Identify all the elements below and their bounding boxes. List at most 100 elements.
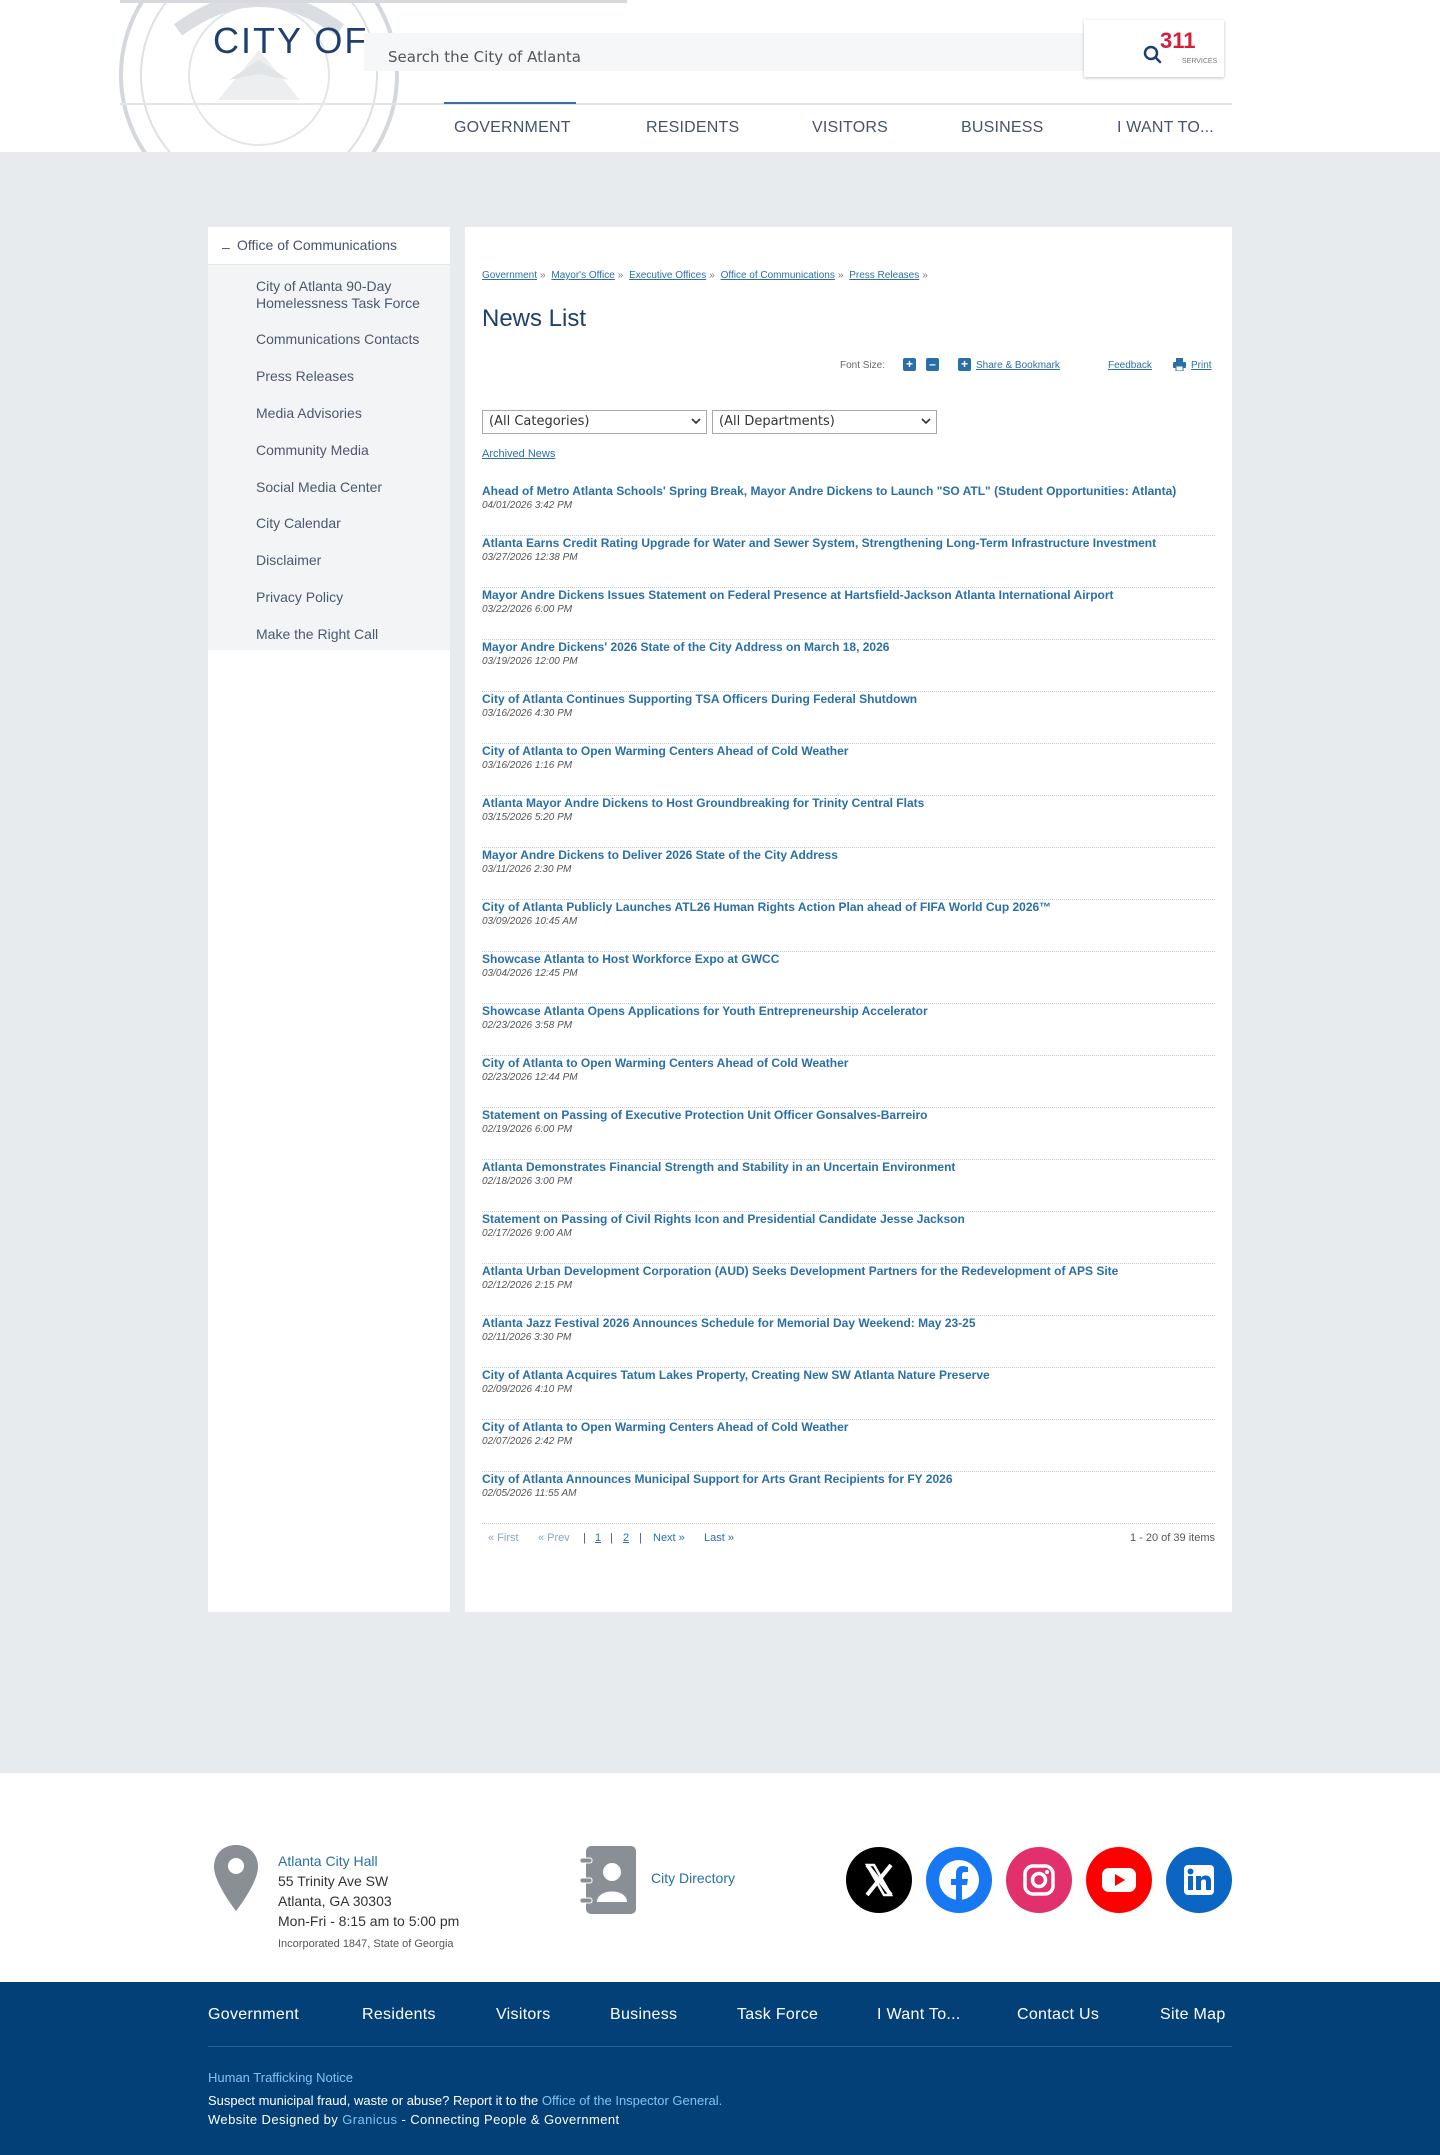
inspector-general-link[interactable]: Office of the Inspector General.	[542, 2093, 722, 2108]
sidebar-heading[interactable]: – Office of Communications	[208, 227, 450, 265]
news-title-link[interactable]: Atlanta Demonstrates Financial Strength …	[482, 1160, 955, 1174]
fraud-notice: Suspect municipal fraud, waste or abuse?…	[208, 2093, 722, 2108]
archived-news-link[interactable]: Archived News	[482, 448, 555, 460]
city-directory-link[interactable]: City Directory	[651, 1870, 735, 1886]
incorporated-text: Incorporated 1847, State of Georgia	[278, 1938, 454, 1950]
sidebar-item-social-media-center[interactable]: Social Media Center	[256, 479, 446, 496]
print-icon[interactable]	[1173, 358, 1186, 371]
footer-nav-government[interactable]: Government	[208, 2006, 299, 2024]
feedback-link[interactable]: Feedback	[1108, 360, 1152, 371]
sidebar-item-press-releases[interactable]: Press Releases	[256, 368, 446, 385]
collapse-icon[interactable]: –	[222, 239, 230, 255]
youtube-icon[interactable]	[1086, 1847, 1152, 1913]
city-hall-hours: Mon-Fri - 8:15 am to 5:00 pm	[278, 1913, 460, 1929]
news-date: 02/18/2026 3:00 PM	[482, 1176, 573, 1187]
nav-residents[interactable]: RESIDENTS	[646, 119, 739, 137]
share-icon[interactable]: +	[958, 358, 971, 371]
news-title-link[interactable]: City of Atlanta Continues Supporting TSA…	[482, 692, 917, 706]
news-item: City of Atlanta Publicly Launches ATL26 …	[482, 900, 1215, 952]
footer-nav-business[interactable]: Business	[610, 2006, 677, 2024]
news-title-link[interactable]: City of Atlanta to Open Warming Centers …	[482, 1056, 848, 1070]
city-hall-street: 55 Trinity Ave SW	[278, 1873, 389, 1889]
news-title-link[interactable]: Showcase Atlanta Opens Applications for …	[482, 1004, 928, 1018]
sidebar-item-make-the-right-call[interactable]: Make the Right Call	[256, 626, 446, 643]
sidebar-item-community-media[interactable]: Community Media	[256, 442, 446, 459]
footer-nav-contact-us[interactable]: Contact Us	[1017, 2006, 1099, 2024]
news-title-link[interactable]: City of Atlanta Publicly Launches ATL26 …	[482, 900, 1051, 914]
instagram-icon[interactable]	[1006, 1847, 1072, 1913]
news-item: City of Atlanta Continues Supporting TSA…	[482, 692, 1215, 744]
font-decrease-icon[interactable]: –	[926, 358, 939, 371]
sidebar-item-city-calendar[interactable]: City Calendar	[256, 515, 446, 532]
news-title-link[interactable]: Mayor Andre Dickens Issues Statement on …	[482, 588, 1114, 602]
news-title-link[interactable]: Showcase Atlanta to Host Workforce Expo …	[482, 952, 779, 966]
facebook-icon[interactable]	[926, 1847, 992, 1913]
breadcrumb-separator: »	[617, 270, 624, 281]
nav-government[interactable]: GOVERNMENT	[454, 119, 571, 137]
news-title-link[interactable]: Atlanta Jazz Festival 2026 Announces Sch…	[482, 1316, 976, 1330]
pager-last[interactable]: Last »	[704, 1532, 734, 1544]
breadcrumb-government[interactable]: Government	[482, 270, 537, 281]
nav-visitors[interactable]: VISITORS	[812, 119, 888, 137]
news-date: 03/11/2026 2:30 PM	[482, 864, 572, 875]
nav-business[interactable]: BUSINESS	[961, 119, 1044, 137]
department-select[interactable]: (All Departments)	[712, 410, 937, 434]
news-title-link[interactable]: Atlanta Earns Credit Rating Upgrade for …	[482, 536, 1156, 550]
footer-nav-visitors[interactable]: Visitors	[496, 2006, 551, 2024]
news-date: 03/09/2026 10:45 AM	[482, 916, 578, 927]
sidebar-item-communications-contacts[interactable]: Communications Contacts	[256, 331, 446, 348]
news-date: 02/23/2026 3:58 PM	[482, 1020, 573, 1031]
sidebar-item-privacy-policy[interactable]: Privacy Policy	[256, 589, 446, 606]
footer-nav-residents[interactable]: Residents	[362, 2006, 436, 2024]
directory-book-icon[interactable]	[580, 1846, 636, 1914]
news-title-link[interactable]: City of Atlanta Acquires Tatum Lakes Pro…	[482, 1368, 990, 1382]
granicus-link[interactable]: Granicus	[342, 2112, 397, 2127]
designed-by-text: Website Designed by	[208, 2112, 339, 2127]
footer-nav-site-map[interactable]: Site Map	[1160, 2006, 1226, 2024]
footer-nav-task-force[interactable]: Task Force	[737, 2006, 818, 2024]
news-title-link[interactable]: Atlanta Urban Development Corporation (A…	[482, 1264, 1118, 1278]
pager-first[interactable]: « First	[488, 1532, 519, 1544]
news-title-link[interactable]: City of Atlanta to Open Warming Centers …	[482, 1420, 848, 1434]
breadcrumb-executive-offices[interactable]: Executive Offices	[629, 270, 706, 281]
news-title-link[interactable]: Statement on Passing of Executive Protec…	[482, 1108, 927, 1122]
news-title-link[interactable]: Atlanta Mayor Andre Dickens to Host Grou…	[482, 796, 924, 810]
pager-page-1[interactable]: 1	[595, 1532, 601, 1544]
site-title[interactable]: CITY OF	[213, 20, 368, 62]
search-icon[interactable]	[1143, 45, 1163, 65]
linkedin-icon[interactable]	[1166, 1847, 1232, 1913]
map-pin-icon	[214, 1845, 258, 1911]
sidebar-item-media-advisories[interactable]: Media Advisories	[256, 405, 446, 422]
news-date: 03/16/2026 1:16 PM	[482, 760, 573, 771]
news-title-link[interactable]: City of Atlanta Announces Municipal Supp…	[482, 1472, 953, 1486]
news-item: Mayor Andre Dickens' 2026 State of the C…	[482, 640, 1215, 692]
news-title-link[interactable]: City of Atlanta to Open Warming Centers …	[482, 744, 848, 758]
breadcrumb-mayors-office[interactable]: Mayor's Office	[551, 270, 614, 281]
search-input[interactable]	[388, 48, 1128, 66]
pager-page-2[interactable]: 2	[623, 1532, 629, 1544]
sidebar-item-disclaimer[interactable]: Disclaimer	[256, 552, 446, 569]
pagination: « First « Prev | 1 | 2 | Next » Last » 1…	[465, 1532, 1232, 1548]
news-title-link[interactable]: Statement on Passing of Civil Rights Ico…	[482, 1212, 965, 1226]
breadcrumb-separator: »	[922, 270, 928, 281]
news-date: 03/19/2026 12:00 PM	[482, 656, 578, 667]
breadcrumb-office-of-communications[interactable]: Office of Communications	[721, 270, 835, 281]
pager-count: 1 - 20 of 39 items	[1130, 1532, 1215, 1544]
breadcrumb-press-releases[interactable]: Press Releases	[849, 270, 919, 281]
city-hall-name[interactable]: Atlanta City Hall	[278, 1851, 459, 1871]
pager-next[interactable]: Next »	[653, 1532, 685, 1544]
category-select[interactable]: (All Categories)	[482, 410, 707, 434]
nav-i-want-to[interactable]: I WANT TO...	[1117, 119, 1214, 137]
pager-prev[interactable]: « Prev	[538, 1532, 570, 1544]
news-title-link[interactable]: Mayor Andre Dickens' 2026 State of the C…	[482, 640, 889, 654]
sidebar-item-task-force[interactable]: City of Atlanta 90-Day Homelessness Task…	[256, 278, 446, 312]
print-link[interactable]: Print	[1191, 360, 1212, 371]
news-title-link[interactable]: Mayor Andre Dickens to Deliver 2026 Stat…	[482, 848, 838, 862]
x-icon[interactable]	[846, 1847, 912, 1913]
share-bookmark-link[interactable]: Share & Bookmark	[976, 360, 1060, 371]
font-increase-icon[interactable]: +	[903, 358, 916, 371]
page-tools: Font Size: + – + Share & Bookmark Feedba…	[465, 358, 1215, 374]
news-title-link[interactable]: Ahead of Metro Atlanta Schools' Spring B…	[482, 484, 1176, 498]
footer-nav-i-want-to[interactable]: I Want To...	[877, 2006, 961, 2024]
human-trafficking-link[interactable]: Human Trafficking Notice	[208, 2070, 353, 2085]
